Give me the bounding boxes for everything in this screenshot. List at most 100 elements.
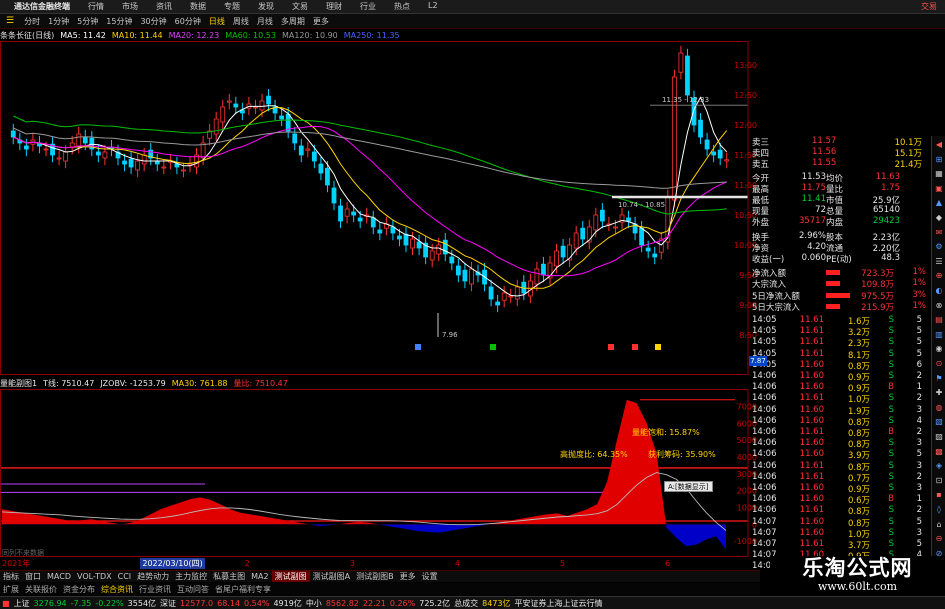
period-tab[interactable]: 多周期 (277, 16, 309, 27)
tick-volume: 0.9万 (847, 384, 870, 394)
quote-row: 外盘 35717 内盘 29423 (752, 216, 930, 227)
tool-icon[interactable]: ✉ (934, 228, 944, 238)
info-tab[interactable]: 省尾户福利专享 (212, 584, 274, 595)
info-tab[interactable]: 行业资讯 (136, 584, 174, 595)
period-tab[interactable]: 1分钟 (44, 16, 73, 27)
period-tab[interactable]: 更多 (309, 16, 333, 27)
tool-icon[interactable]: ◍ (934, 403, 944, 413)
tool-icon[interactable]: ⊕ (934, 271, 944, 281)
candle-body (397, 235, 402, 240)
indicator-tab[interactable]: 测试副图 (271, 571, 310, 582)
indicator-tab[interactable]: MA2 (248, 572, 271, 581)
info-tab[interactable]: 互动问答 (174, 584, 212, 595)
info-tab[interactable]: 综合资讯 (98, 584, 136, 595)
event-marker[interactable] (655, 344, 661, 350)
tick-time: 14:06 (752, 382, 777, 393)
tool-icon[interactable]: ⌂ (934, 520, 944, 530)
indicator-tab[interactable]: 设置 (419, 571, 441, 582)
tool-icon[interactable]: ⚙ (934, 242, 944, 252)
flow-bar (826, 290, 854, 301)
indicator-tab[interactable]: 测试副图A (310, 571, 353, 582)
event-marker[interactable] (632, 344, 638, 350)
tool-icon[interactable]: ✚ (934, 388, 944, 398)
indicator-tab[interactable]: 窗口 (22, 571, 44, 582)
tool-icon[interactable]: ▣ (934, 184, 944, 194)
menu-item[interactable]: 理财 (317, 1, 351, 12)
tool-icon[interactable]: ◉ (934, 344, 944, 354)
tool-icon[interactable]: ◐ (934, 286, 944, 296)
tick-count: 5 (916, 539, 922, 549)
tool-icon[interactable]: ▥ (934, 330, 944, 340)
quote-row: 卖四 11.56 15.1万 (752, 147, 930, 158)
tool-icon[interactable]: ⊡ (934, 476, 944, 486)
tool-icon[interactable]: ⊞ (934, 155, 944, 165)
event-marker[interactable] (415, 344, 421, 350)
menu-item[interactable]: 数据 (181, 1, 215, 12)
menu-item[interactable]: 专题 (215, 1, 249, 12)
indicator-tab[interactable]: MACD (44, 572, 74, 581)
indicator-tab[interactable]: 私募主图 (210, 571, 248, 582)
period-tab[interactable]: 月线 (253, 16, 277, 27)
event-marker[interactable] (608, 344, 614, 350)
indicator-tab[interactable]: 测试副图B (353, 571, 397, 582)
tool-icon[interactable]: ◆ (934, 213, 944, 223)
tool-icon[interactable]: ▦ (934, 169, 944, 179)
stat-value: 11.63 (875, 171, 900, 182)
ma30-label: MA30: 761.88 (171, 378, 228, 388)
menu-icon[interactable]: ☰ (0, 16, 20, 26)
tool-icon[interactable]: ▩ (934, 447, 944, 457)
menu-item[interactable]: 行情 (79, 1, 113, 12)
tool-icon[interactable]: ◀ (934, 140, 944, 150)
tick-count: 3 (916, 438, 922, 449)
order-price: 11.55 (812, 158, 837, 169)
candlestick-chart[interactable]: 11.35 - 12.33 10.74 - 10.85 7.96 13.00 12.5… (0, 41, 760, 376)
flow-bar (826, 278, 854, 289)
indicator-tab[interactable]: 主力监控 (172, 571, 210, 582)
volume-indicator-chart[interactable]: 量能饱和: 15.87%高抛度比: 64.35% 获利筹码: 35.90% 700… (0, 389, 760, 557)
menu-item[interactable]: 资讯 (147, 1, 181, 12)
tool-icon[interactable]: ⊗ (934, 301, 944, 311)
tool-icon[interactable]: ☰ (934, 257, 944, 267)
tick-volume: 3.9万 (847, 451, 870, 461)
indicator-tab[interactable]: VOL-TDX (74, 572, 115, 581)
period-tab[interactable]: 5分钟 (73, 16, 102, 27)
stock-name: 条条长征(日线) (0, 30, 55, 40)
menu-item[interactable]: 文易 (283, 1, 317, 12)
tick-side: S (888, 449, 894, 460)
info-tab[interactable]: 资金分布 (60, 584, 98, 595)
tool-icon[interactable]: ⊙ (934, 359, 944, 369)
sz-index-pct: 0.54% (244, 598, 270, 608)
indicator-tab[interactable]: 更多 (397, 571, 419, 582)
tool-icon[interactable]: ▤ (934, 315, 944, 325)
event-marker[interactable] (490, 344, 496, 350)
menu-item[interactable]: 热点 (385, 1, 419, 12)
candle-body (403, 233, 409, 246)
tool-icon[interactable]: ⊖ (934, 534, 944, 544)
tool-icon[interactable]: ▧ (934, 417, 944, 427)
menu-item[interactable]: 发现 (249, 1, 283, 12)
tool-icon[interactable]: ▨ (934, 432, 944, 442)
tick-time: 14:06 (752, 438, 777, 449)
info-tab[interactable]: 扩展 (0, 584, 22, 595)
tool-icon[interactable]: ▪ (934, 490, 944, 500)
period-tab[interactable]: 60分钟 (171, 16, 205, 27)
period-tab[interactable]: 分时 (20, 16, 44, 27)
indicator-tab[interactable]: CCI (115, 572, 135, 581)
tool-icon[interactable]: ⚑ (934, 374, 944, 384)
trade-button[interactable]: 交易 (921, 1, 945, 12)
indicator-tab[interactable]: 趋势动力 (134, 571, 172, 582)
period-tab[interactable]: 30分钟 (136, 16, 170, 27)
period-tab[interactable]: 日线 (205, 16, 229, 27)
tool-icon[interactable]: ◊ (934, 505, 944, 515)
period-tab[interactable]: 周线 (229, 16, 253, 27)
tool-icon[interactable]: ◈ (934, 461, 944, 471)
menu-item[interactable]: L2 (419, 1, 447, 12)
indicator-tab[interactable]: 指标 (0, 571, 22, 582)
candle-body (338, 205, 343, 222)
tool-icon[interactable]: ▲ (934, 198, 944, 208)
info-tab[interactable]: 关联报价 (22, 584, 60, 595)
menu-item[interactable]: 行业 (351, 1, 385, 12)
menu-item[interactable]: 市场 (113, 1, 147, 12)
period-tab[interactable]: 15分钟 (102, 16, 136, 27)
candle-body (122, 160, 127, 165)
